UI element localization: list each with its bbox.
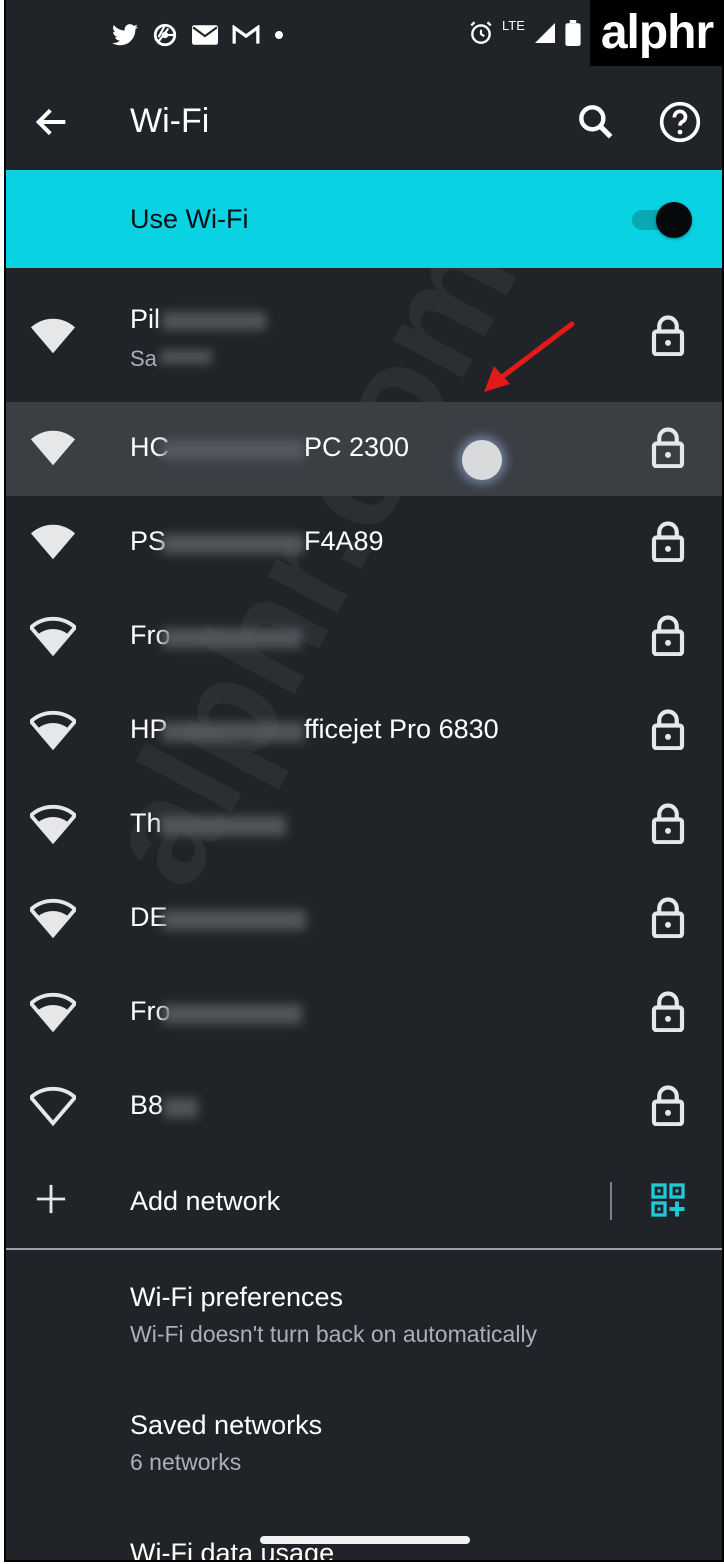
section-divider [6, 1248, 722, 1250]
wifi-partial-icon [30, 616, 76, 656]
help-icon[interactable] [658, 100, 702, 144]
alphr-logo: alphr [590, 0, 722, 66]
pref-subtitle: 6 networks [130, 1449, 242, 1475]
lock-icon [651, 521, 685, 562]
use-wifi-label: Use Wi-Fi [130, 204, 249, 234]
chrome-sync-icon [153, 23, 177, 47]
lock-icon [651, 315, 685, 356]
redaction-blur [160, 350, 212, 364]
redaction-blur [162, 910, 306, 930]
network-name-suffix: F4A89 [304, 526, 384, 556]
system-icons: LTE [468, 17, 581, 46]
battery-icon [565, 20, 581, 46]
network-name: Th [130, 808, 162, 838]
redaction-blur [162, 440, 304, 460]
signal-icon [534, 23, 555, 43]
add-network-label: Add network [130, 1186, 281, 1216]
network-row[interactable]: Th [6, 778, 722, 872]
lock-icon [651, 1085, 685, 1126]
wifi-empty-icon [30, 1086, 76, 1126]
wifi-full-icon [30, 430, 76, 466]
lock-icon [651, 897, 685, 938]
wifi-full-icon [30, 524, 76, 560]
qr-scan-icon[interactable] [650, 1182, 686, 1218]
redaction-blur [162, 1004, 302, 1024]
status-bar: LTE alphr [6, 0, 722, 76]
network-row[interactable]: DE [6, 872, 722, 966]
pref-title: Wi-Fi preferences [130, 1282, 344, 1312]
redaction-blur [162, 722, 304, 742]
redaction-blur [162, 628, 302, 648]
toggle-thumb [656, 202, 692, 238]
network-name-suffix: PC 2300 [304, 432, 410, 462]
page-title: Wi-Fi [130, 102, 210, 140]
search-icon[interactable] [574, 100, 618, 144]
network-name: Pil [130, 304, 161, 334]
lock-icon [651, 991, 685, 1032]
wifi-full-icon [30, 318, 76, 354]
twitter-icon [112, 24, 138, 46]
wifi-partial-icon [30, 898, 76, 938]
network-type-label: LTE [502, 17, 525, 33]
saved-networks-item[interactable]: Saved networks 6 networks [130, 1410, 322, 1476]
network-status: Sa [130, 346, 157, 371]
lock-icon [651, 803, 685, 844]
alarm-icon [470, 21, 492, 44]
arrow-back-icon[interactable] [32, 102, 72, 142]
pref-title: Saved networks [130, 1410, 323, 1440]
pref-subtitle: Wi-Fi doesn't turn back on automatically [130, 1321, 538, 1347]
use-wifi-row[interactable]: Use Wi-Fi [6, 170, 722, 268]
add-network-row[interactable]: Add network [6, 1152, 722, 1248]
lock-icon [651, 709, 685, 750]
network-row[interactable]: PS F4A89 [6, 496, 722, 590]
network-row-selected[interactable]: HC PC 2300 [6, 402, 722, 496]
network-name: PS [130, 526, 167, 556]
notification-icons [112, 22, 284, 48]
network-name: B8 [130, 1090, 164, 1120]
wifi-partial-icon [30, 804, 76, 844]
wifi-partial-icon [30, 992, 76, 1032]
wifi-partial-icon [30, 710, 76, 750]
lock-icon [651, 615, 685, 656]
app-bar: Wi-Fi [6, 76, 722, 170]
wifi-preferences-item[interactable]: Wi-Fi preferences Wi-Fi doesn't turn bac… [130, 1282, 537, 1348]
redaction-blur [160, 816, 286, 836]
dot-icon [275, 31, 283, 39]
network-row[interactable]: HP fficejet Pro 6830 [6, 684, 722, 778]
redaction-blur [162, 534, 304, 554]
network-row[interactable]: Pil Sa [6, 290, 722, 384]
home-indicator[interactable] [260, 1536, 470, 1544]
phone-screen: alphr.com LTE alphr Wi-Fi Use Wi-Fi Pil … [4, 0, 724, 1562]
gmail-icon [232, 25, 260, 44]
red-arrow-annotation [484, 321, 575, 392]
lock-icon [651, 427, 685, 468]
redaction-blur [162, 312, 266, 330]
plus-icon [36, 1184, 66, 1214]
mail-icon [192, 25, 218, 45]
network-row[interactable]: Fro [6, 590, 722, 684]
redaction-blur [164, 1098, 198, 1118]
network-row[interactable]: Fro [6, 966, 722, 1060]
network-name-suffix: fficejet Pro 6830 [304, 714, 499, 744]
vertical-divider [610, 1182, 612, 1220]
network-row[interactable]: B8 [6, 1060, 722, 1154]
touch-indicator [462, 440, 502, 480]
wifi-toggle[interactable] [632, 202, 694, 238]
